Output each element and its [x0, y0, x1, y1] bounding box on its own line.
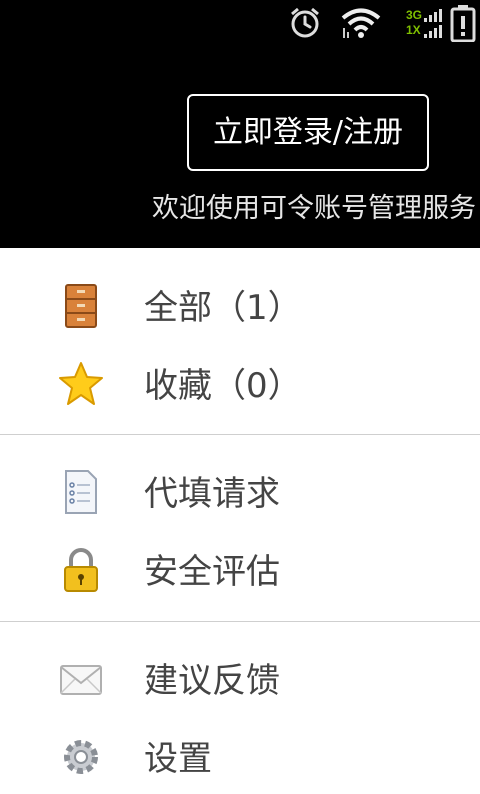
lock-icon — [64, 548, 98, 592]
mail-icon — [60, 665, 102, 695]
document-icon — [65, 470, 97, 514]
divider — [0, 621, 480, 622]
menu-label-favorites: 收藏（0） — [144, 366, 302, 406]
menu-item-autofill[interactable]: 代填请求 — [0, 451, 480, 529]
menu-label-settings: 设置 — [144, 739, 212, 779]
menu-item-settings[interactable]: 设置 — [0, 716, 480, 794]
login-register-button[interactable]: 立即登录/注册 — [187, 94, 429, 171]
menu-item-all[interactable]: 全部（1） — [0, 265, 480, 343]
gear-icon — [64, 740, 98, 774]
menu-label-feedback: 建议反馈 — [144, 661, 280, 701]
battery-icon — [450, 5, 476, 42]
signal-icon — [424, 9, 442, 38]
menu-item-feedback[interactable]: 建议反馈 — [0, 638, 480, 716]
network-type-3g: 3G — [406, 8, 423, 22]
star-icon — [59, 362, 103, 405]
menu-label-autofill: 代填请求 — [144, 474, 280, 514]
menu-item-favorites[interactable]: 收藏（0） — [0, 343, 480, 421]
menu-label-security: 安全评估 — [144, 552, 280, 592]
account-header: 立即登录/注册 欢迎使用可令账号管理服务 — [0, 48, 480, 248]
alarm-icon — [291, 7, 319, 38]
divider — [0, 434, 480, 435]
network-type-1x: 1X — [406, 23, 421, 37]
wifi-icon — [341, 8, 381, 38]
menu-label-all: 全部（1） — [144, 288, 302, 328]
menu-item-security[interactable]: 安全评估 — [0, 529, 480, 607]
cabinet-icon — [65, 284, 97, 328]
status-bar: 3G 1X — [0, 0, 480, 48]
welcome-text: 欢迎使用可令账号管理服务 — [152, 193, 476, 224]
